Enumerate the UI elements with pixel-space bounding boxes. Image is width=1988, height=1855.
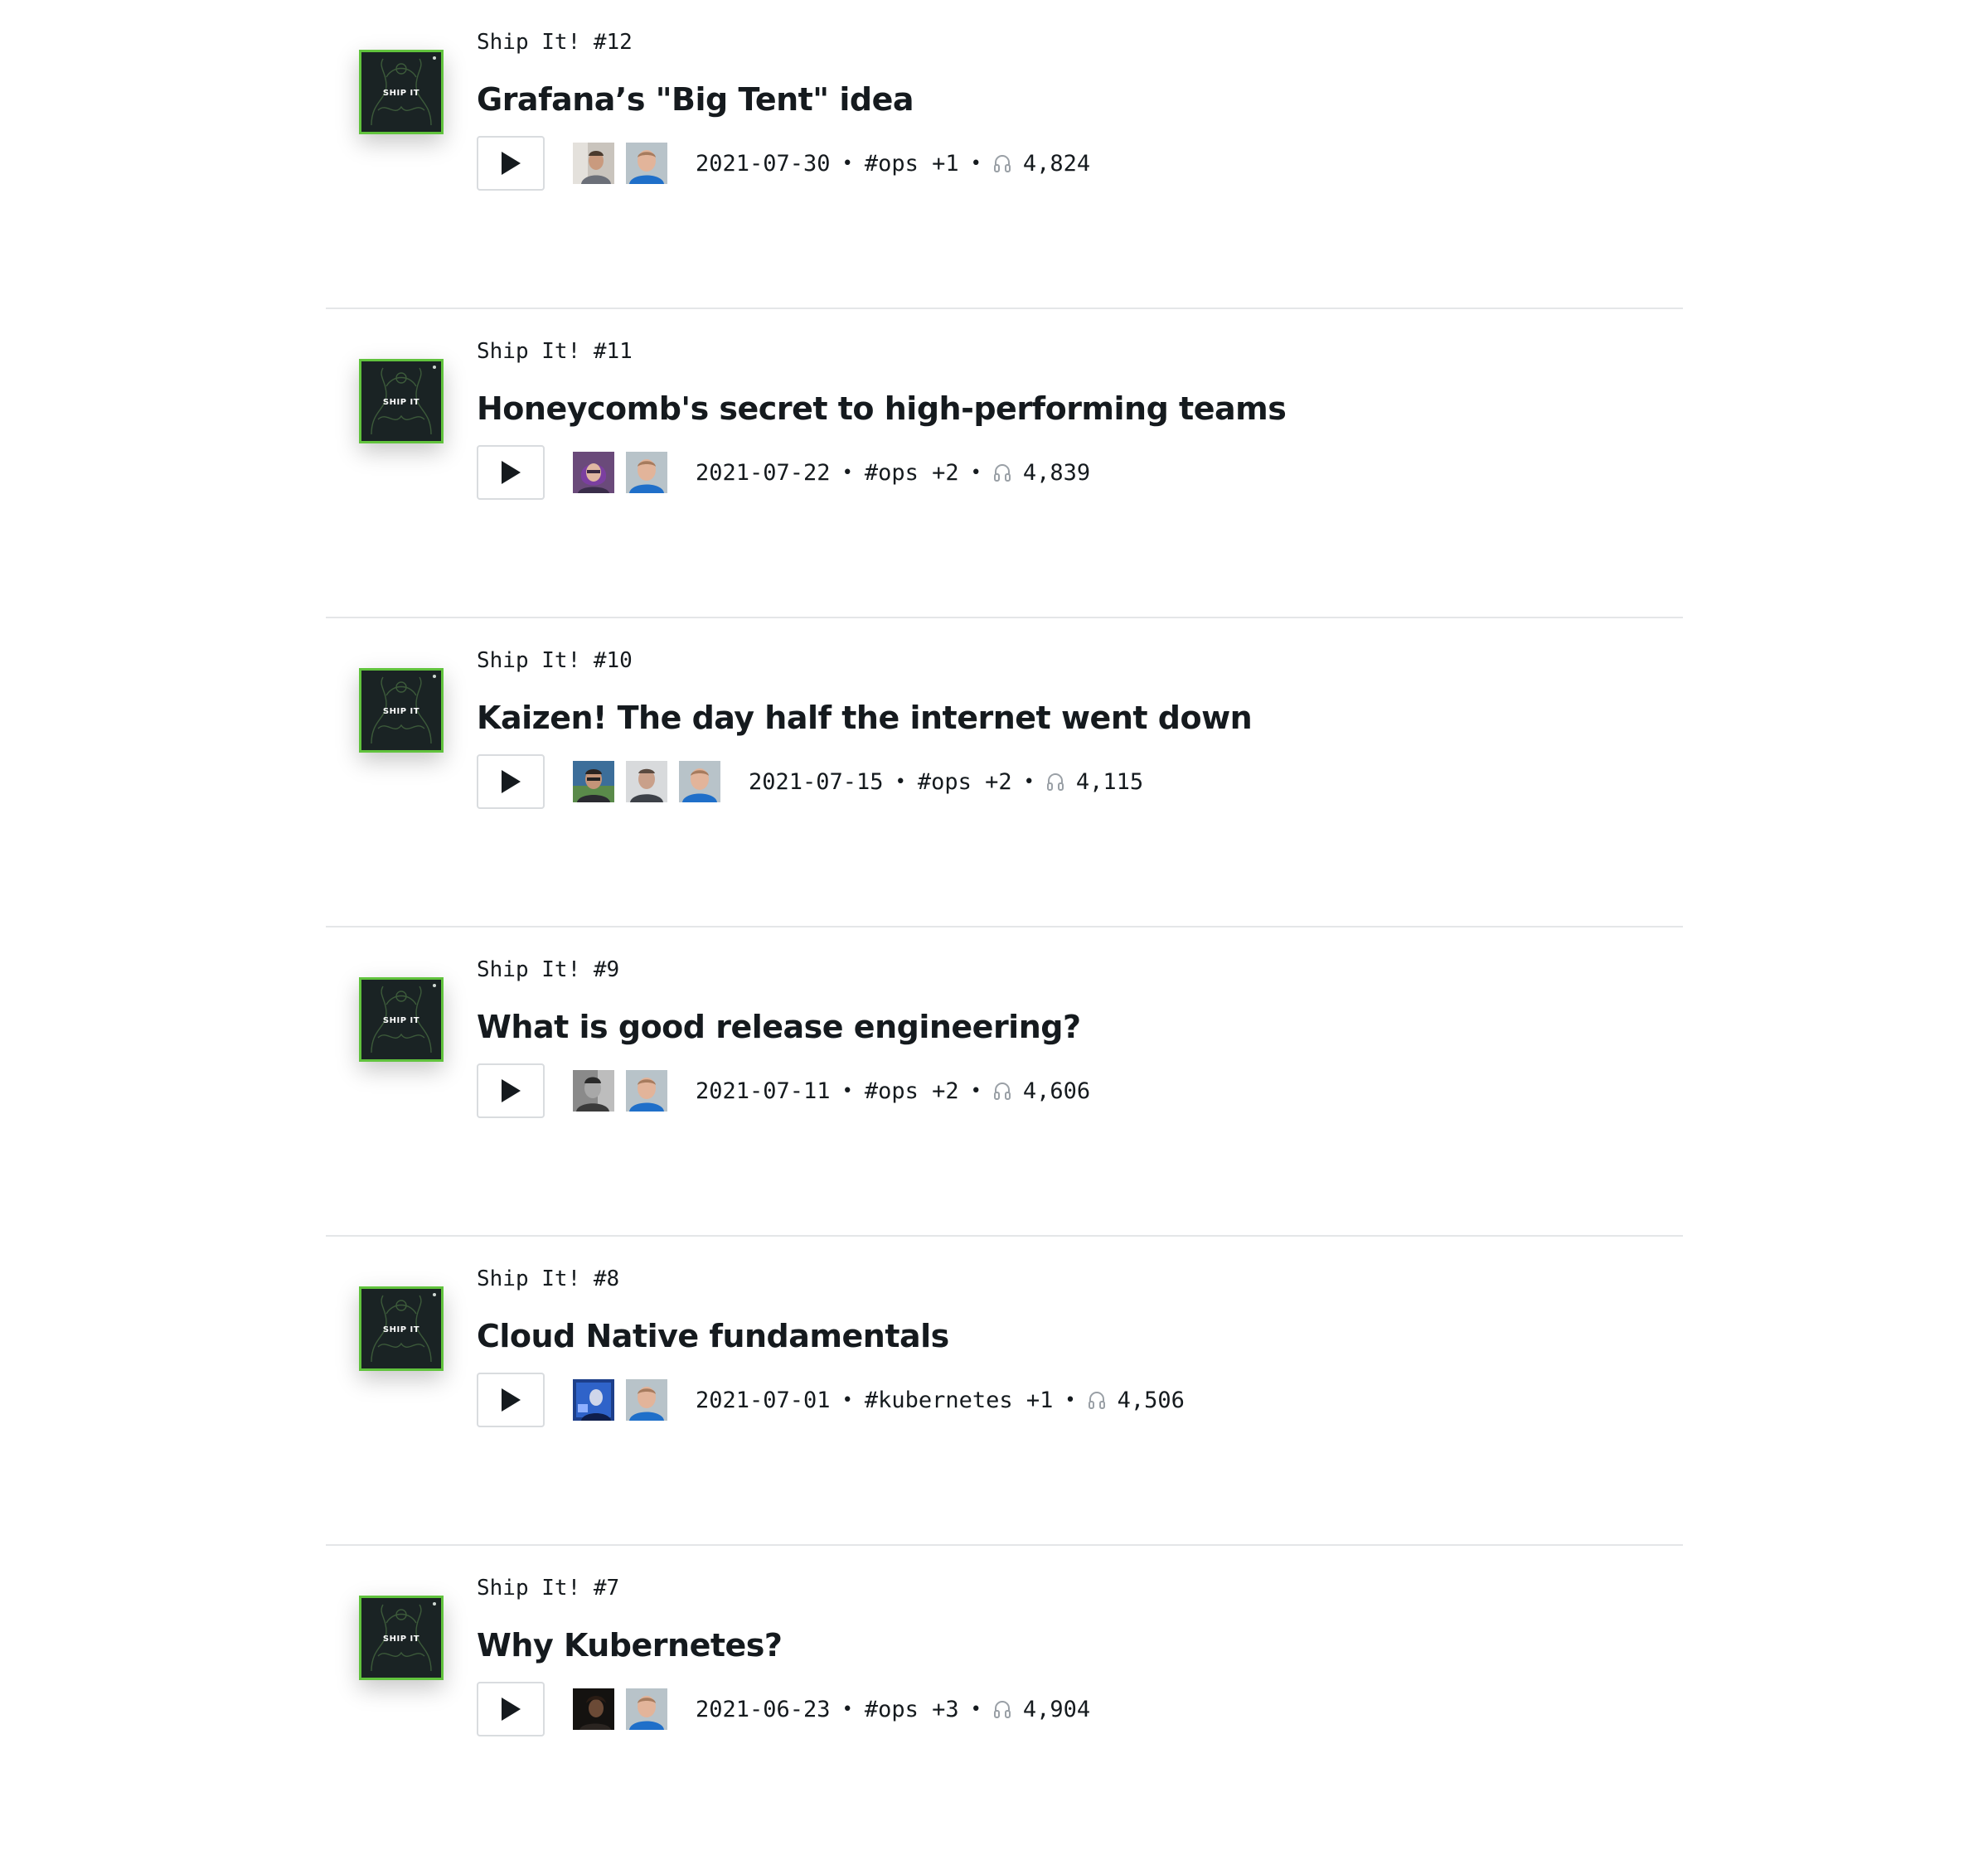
podcast-episode-number[interactable]: Ship It! #7 bbox=[477, 1574, 1090, 1602]
headphones-icon bbox=[1046, 772, 1064, 792]
cover-label: SHIP IT bbox=[382, 1635, 420, 1644]
episode-topics[interactable]: #ops +2 bbox=[918, 769, 1012, 795]
episode-title[interactable]: Honeycomb's secret to high-performing te… bbox=[477, 389, 1287, 429]
meta-separator: • bbox=[841, 153, 853, 174]
guest-avatar[interactable] bbox=[573, 1688, 614, 1730]
meta-separator: • bbox=[1023, 771, 1035, 792]
episode-date: 2021-06-23 bbox=[696, 1696, 831, 1722]
guest-avatar[interactable] bbox=[626, 761, 667, 802]
cover-label: SHIP IT bbox=[382, 1325, 420, 1334]
episode-date: 2021-07-01 bbox=[696, 1387, 831, 1413]
meta-separator: • bbox=[970, 153, 982, 174]
meta-separator: • bbox=[841, 1389, 853, 1411]
play-icon bbox=[502, 1698, 521, 1721]
episode-title[interactable]: Why Kubernetes? bbox=[477, 1625, 1090, 1665]
meta-separator: • bbox=[1064, 1389, 1076, 1411]
meta-separator: • bbox=[841, 1698, 853, 1720]
episode-date: 2021-07-11 bbox=[696, 1078, 831, 1104]
meta-separator: • bbox=[841, 462, 853, 483]
episode-title[interactable]: Kaizen! The day half the internet went d… bbox=[477, 698, 1253, 738]
episode-topics[interactable]: #ops +3 bbox=[865, 1697, 959, 1722]
episode-item: SHIP IT Ship It! #7 Why Kubernetes? 2021… bbox=[326, 1546, 1683, 1855]
guest-avatar[interactable] bbox=[573, 452, 614, 493]
meta-separator: • bbox=[895, 771, 906, 792]
play-icon bbox=[502, 152, 521, 175]
episode-item: SHIP IT Ship It! #12 Grafana’s "Big Tent… bbox=[326, 0, 1683, 309]
episode-topics[interactable]: #kubernetes +1 bbox=[865, 1388, 1054, 1413]
host-avatar[interactable] bbox=[626, 1070, 667, 1112]
host-avatar[interactable] bbox=[626, 143, 667, 184]
episode-cover-art[interactable]: SHIP IT bbox=[359, 359, 444, 443]
podcast-episode-number[interactable]: Ship It! #12 bbox=[477, 28, 1090, 56]
episode-date: 2021-07-15 bbox=[749, 768, 884, 795]
episode-topics[interactable]: #ops +2 bbox=[865, 1078, 959, 1104]
episode-item: SHIP IT Ship It! #10 Kaizen! The day hal… bbox=[326, 618, 1683, 928]
podcast-episode-number[interactable]: Ship It! #11 bbox=[477, 337, 1286, 366]
episode-item: SHIP IT Ship It! #8 Cloud Native fundame… bbox=[326, 1237, 1683, 1546]
episode-cover-art[interactable]: SHIP IT bbox=[359, 1596, 444, 1680]
play-button[interactable] bbox=[477, 754, 545, 809]
episode-cover-art[interactable]: SHIP IT bbox=[359, 50, 444, 134]
play-button[interactable] bbox=[477, 1373, 545, 1427]
episode-cover-art[interactable]: SHIP IT bbox=[359, 977, 444, 1062]
play-count: 4,506 bbox=[1117, 1387, 1185, 1413]
host-avatar[interactable] bbox=[679, 761, 720, 802]
meta-separator: • bbox=[841, 1080, 853, 1102]
guest-avatar[interactable] bbox=[573, 143, 614, 184]
play-button[interactable] bbox=[477, 136, 545, 191]
play-count: 4,606 bbox=[1022, 1078, 1091, 1104]
play-count: 4,839 bbox=[1022, 459, 1091, 486]
headphones-icon bbox=[993, 153, 1011, 173]
episode-date: 2021-07-22 bbox=[696, 459, 831, 486]
podcast-episode-number[interactable]: Ship It! #9 bbox=[477, 956, 1090, 984]
episode-topics[interactable]: #ops +1 bbox=[865, 151, 959, 177]
cover-label: SHIP IT bbox=[382, 398, 420, 407]
play-icon bbox=[502, 1079, 521, 1102]
guest-avatar[interactable] bbox=[573, 1070, 614, 1112]
cover-label: SHIP IT bbox=[382, 89, 420, 98]
play-icon bbox=[502, 1388, 521, 1412]
guest-avatar[interactable] bbox=[573, 1379, 614, 1421]
host-avatar[interactable] bbox=[626, 1379, 667, 1421]
host-avatar[interactable] bbox=[626, 452, 667, 493]
headphones-icon bbox=[993, 1699, 1011, 1719]
episode-cover-art[interactable]: SHIP IT bbox=[359, 1286, 444, 1371]
meta-separator: • bbox=[970, 1080, 982, 1102]
headphones-icon bbox=[1088, 1390, 1106, 1410]
play-icon bbox=[502, 461, 521, 484]
play-icon bbox=[502, 770, 521, 793]
play-count: 4,115 bbox=[1075, 768, 1144, 795]
meta-separator: • bbox=[970, 1698, 982, 1720]
headphones-icon bbox=[993, 463, 1011, 482]
episode-topics[interactable]: #ops +2 bbox=[865, 460, 959, 486]
episode-cover-art[interactable]: SHIP IT bbox=[359, 668, 444, 753]
meta-separator: • bbox=[970, 462, 982, 483]
headphones-icon bbox=[993, 1081, 1011, 1101]
play-count: 4,904 bbox=[1022, 1696, 1091, 1722]
play-button[interactable] bbox=[477, 1063, 545, 1118]
episode-date: 2021-07-30 bbox=[696, 150, 831, 177]
play-button[interactable] bbox=[477, 445, 545, 500]
host-avatar[interactable] bbox=[626, 1688, 667, 1730]
cover-label: SHIP IT bbox=[382, 1016, 420, 1025]
episode-item: SHIP IT Ship It! #11 Honeycomb's secret … bbox=[326, 309, 1683, 618]
play-count: 4,824 bbox=[1022, 150, 1091, 177]
episode-title[interactable]: Grafana’s "Big Tent" idea bbox=[477, 80, 1090, 119]
episode-list: SHIP IT Ship It! #12 Grafana’s "Big Tent… bbox=[326, 0, 1683, 1855]
cover-label: SHIP IT bbox=[382, 707, 420, 716]
podcast-episode-number[interactable]: Ship It! #8 bbox=[477, 1265, 1185, 1293]
guest-avatar[interactable] bbox=[573, 761, 614, 802]
episode-title[interactable]: Cloud Native fundamentals bbox=[477, 1316, 1185, 1356]
podcast-episode-number[interactable]: Ship It! #10 bbox=[477, 647, 1252, 675]
play-button[interactable] bbox=[477, 1682, 545, 1736]
episode-title[interactable]: What is good release engineering? bbox=[477, 1007, 1090, 1047]
episode-item: SHIP IT Ship It! #9 What is good release… bbox=[326, 928, 1683, 1237]
